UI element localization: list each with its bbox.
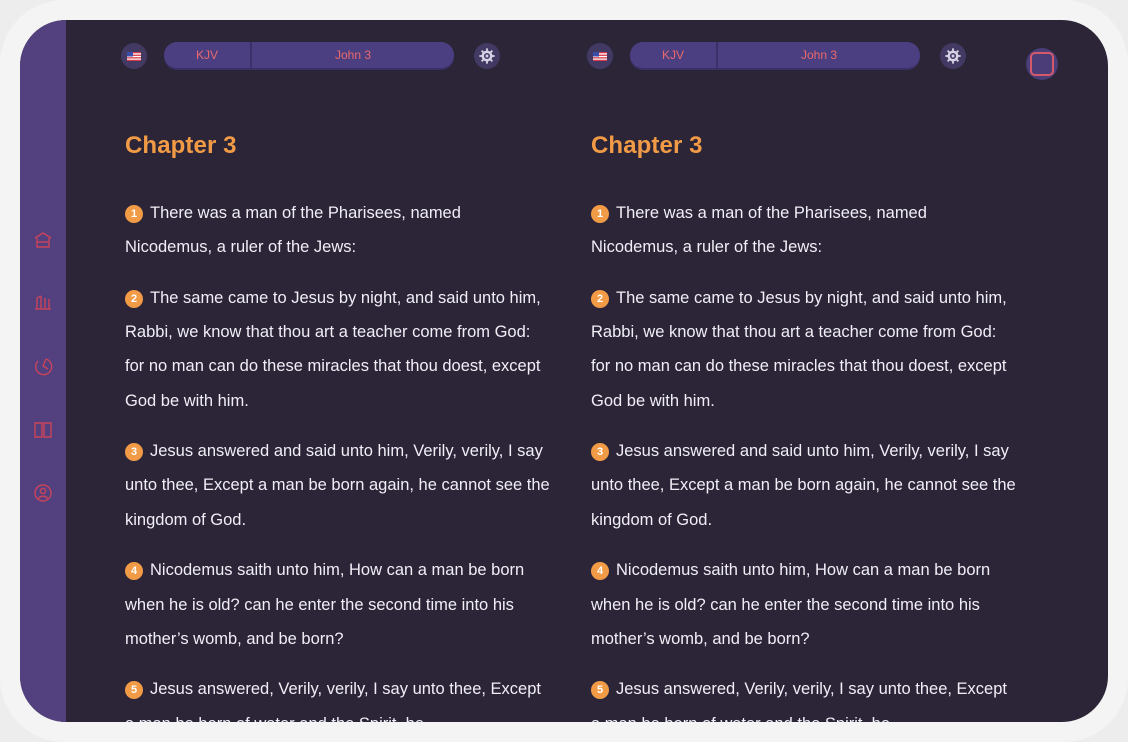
verse[interactable]: 4 Nicodemus saith unto him, How can a man…: [125, 553, 550, 656]
book-icon[interactable]: [31, 417, 55, 441]
verse-number: 1: [591, 205, 609, 223]
reading-pane-right: KJV John 3 Chapter 3 1 There was a man o…: [532, 20, 1016, 722]
verse-text: Jesus answered and said unto him, Verily…: [591, 442, 1016, 529]
app-screen: KJV John 3 Chapter 3 1 There was a man o…: [20, 20, 1108, 722]
verse-number: 4: [591, 562, 609, 581]
verse[interactable]: 2 The same came to Jesus by night, and sa…: [591, 281, 1016, 418]
chapter-content: Chapter 3 1 There was a man of the Pharis…: [125, 132, 550, 722]
verse-text: The same came to Jesus by night, and sai…: [125, 288, 541, 410]
verse-text: Jesus answered and said unto him, Verily…: [125, 442, 550, 529]
verse-number: 5: [125, 681, 143, 700]
verse-text: There was a man of the Pharisees, named …: [125, 204, 461, 257]
chapter-content: Chapter 3 1 There was a man of the Pharis…: [591, 132, 1016, 722]
version-selector[interactable]: KJV: [630, 42, 718, 68]
settings-button[interactable]: [474, 43, 500, 69]
chapter-title: Chapter 3: [591, 132, 703, 159]
language-button[interactable]: [121, 43, 147, 69]
book-chapter-selector[interactable]: John 3: [718, 42, 920, 68]
language-button[interactable]: [587, 43, 613, 69]
pane-toolbar: KJV John 3: [66, 42, 532, 70]
verse-number: 3: [125, 443, 143, 462]
device-frame: KJV John 3 Chapter 3 1 There was a man o…: [0, 0, 1128, 742]
split-view-button[interactable]: [1026, 48, 1058, 80]
verse[interactable]: 1 There was a man of the Pharisees, named…: [591, 196, 1016, 264]
pane-toolbar: KJV John 3: [532, 42, 998, 70]
history-icon[interactable]: [31, 354, 55, 378]
verse-number: 5: [591, 681, 609, 700]
reading-pane-left: KJV John 3 Chapter 3 1 There was a man o…: [66, 20, 550, 722]
verse[interactable]: 4 Nicodemus saith unto him, How can a man…: [591, 553, 1016, 656]
gear-icon: [479, 48, 495, 64]
verse-text: There was a man of the Pharisees, named …: [591, 204, 927, 257]
sidebar-rail: [20, 20, 66, 722]
verse-number: 2: [125, 289, 143, 308]
verse-number: 2: [591, 289, 609, 308]
verse-list: 1 There was a man of the Pharisees, named…: [591, 196, 1016, 722]
gear-icon: [945, 48, 961, 64]
verse-number: 1: [125, 205, 143, 223]
verse-number: 3: [591, 443, 609, 462]
profile-icon[interactable]: [31, 481, 55, 505]
home-icon[interactable]: [31, 228, 55, 252]
settings-button[interactable]: [940, 43, 966, 69]
verse[interactable]: 5 Jesus answered, Verily, verily, I say u…: [125, 672, 550, 722]
verse-text: Jesus answered, Verily, verily, I say un…: [591, 680, 1007, 722]
library-icon[interactable]: [31, 290, 55, 314]
verse-text: Nicodemus saith unto him, How can a man …: [125, 561, 525, 648]
verse-list: 1 There was a man of the Pharisees, named…: [125, 196, 550, 722]
verse-number: 4: [125, 562, 143, 581]
verse-text: Jesus answered, Verily, verily, I say un…: [125, 680, 541, 722]
chapter-title: Chapter 3: [125, 132, 237, 159]
verse-text: The same came to Jesus by night, and sai…: [591, 288, 1007, 410]
split-view-icon: [1030, 52, 1054, 76]
verse[interactable]: 2 The same came to Jesus by night, and sa…: [125, 281, 550, 418]
book-chapter-selector[interactable]: John 3: [252, 42, 454, 68]
verse-text: Nicodemus saith unto him, How can a man …: [591, 561, 991, 648]
passage-selector[interactable]: KJV John 3: [164, 42, 454, 68]
verse[interactable]: 1 There was a man of the Pharisees, named…: [125, 196, 550, 264]
us-flag-icon: [593, 51, 607, 61]
verse[interactable]: 5 Jesus answered, Verily, verily, I say u…: [591, 672, 1016, 722]
verse[interactable]: 3 Jesus answered and said unto him, Veril…: [591, 434, 1016, 537]
verse[interactable]: 3 Jesus answered and said unto him, Veril…: [125, 434, 550, 537]
version-selector[interactable]: KJV: [164, 42, 252, 68]
passage-selector[interactable]: KJV John 3: [630, 42, 920, 68]
us-flag-icon: [127, 51, 141, 61]
